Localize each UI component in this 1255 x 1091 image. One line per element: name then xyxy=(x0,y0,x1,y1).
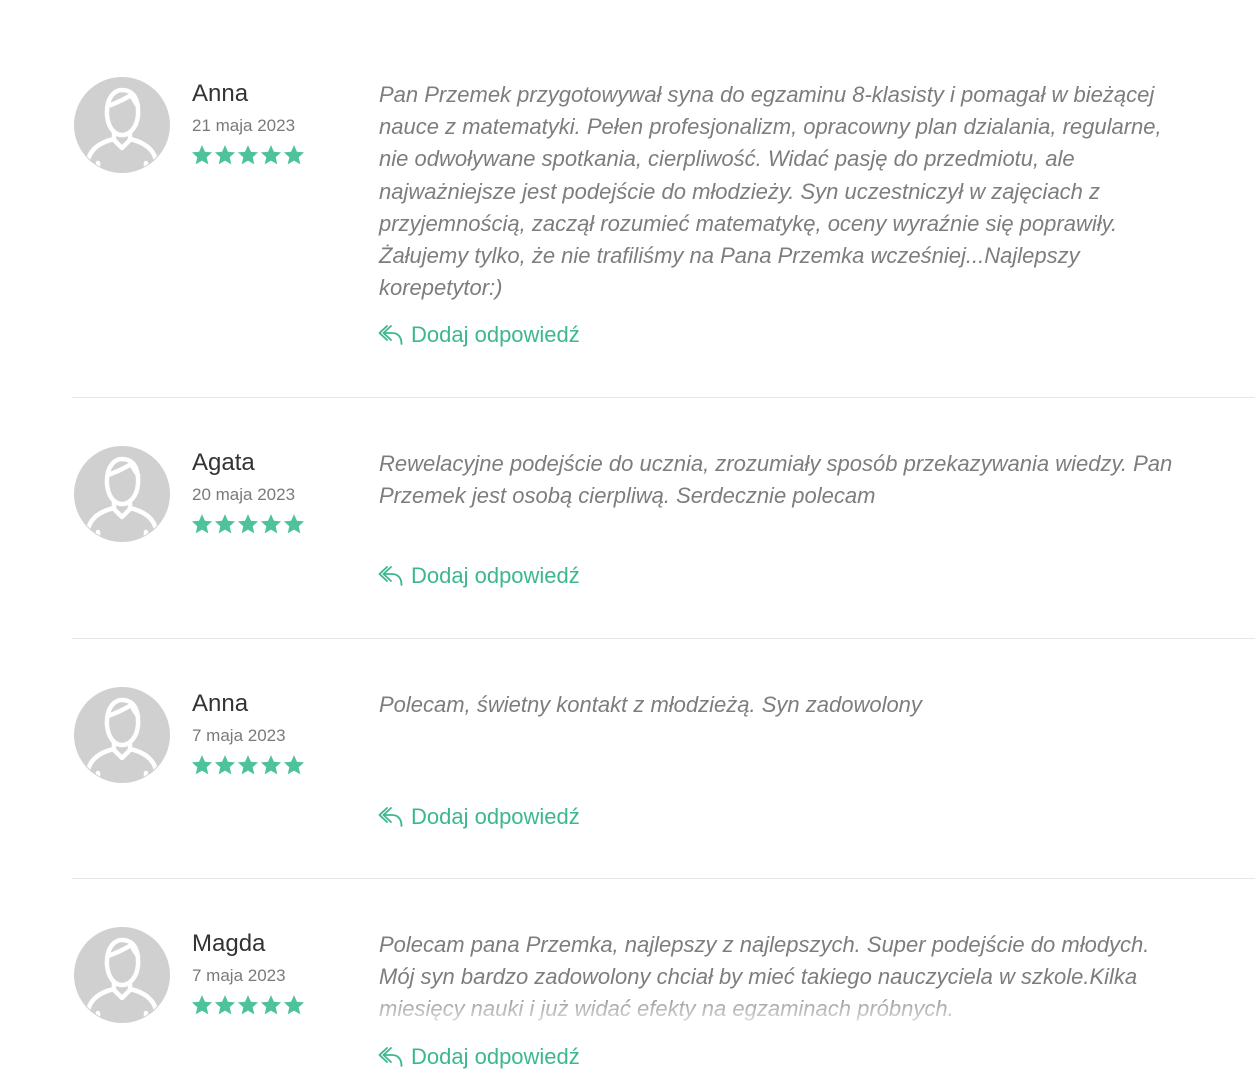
review-text: Pan Przemek przygotowywał syna do egzami… xyxy=(379,82,1162,301)
star-icon xyxy=(214,513,236,535)
review-date: 7 maja 2023 xyxy=(192,966,286,985)
star-rating xyxy=(191,513,305,535)
review-item: Anna 21 maja 2023 Pan Przemek przygotowy… xyxy=(72,75,1255,398)
reply-arrow-icon xyxy=(378,806,403,828)
star-icon xyxy=(191,994,213,1016)
star-icon xyxy=(237,513,259,535)
star-rating xyxy=(191,144,305,166)
user-avatar-icon xyxy=(72,75,172,175)
add-reply-label: Dodaj odpowiedź xyxy=(411,322,580,347)
star-icon xyxy=(237,144,259,166)
star-icon xyxy=(260,513,282,535)
star-icon xyxy=(214,994,236,1016)
review-text: Polecam pana Przemka, najlepszy z najlep… xyxy=(379,932,1150,1022)
star-icon xyxy=(237,994,259,1016)
star-icon xyxy=(191,144,213,166)
star-icon xyxy=(283,513,305,535)
reply-arrow-icon xyxy=(378,565,403,587)
add-reply-link[interactable]: Dodaj odpowiedź xyxy=(378,803,580,831)
star-rating xyxy=(191,754,305,776)
star-icon xyxy=(260,144,282,166)
user-avatar-icon xyxy=(72,444,172,544)
add-reply-link[interactable]: Dodaj odpowiedź xyxy=(378,562,580,590)
review-date: 20 maja 2023 xyxy=(192,485,296,504)
review-item: Anna 7 maja 2023 Polecam, świetny kontak… xyxy=(72,685,1255,879)
star-icon xyxy=(191,513,213,535)
add-reply-label: Dodaj odpowiedź xyxy=(411,804,580,829)
reviewer-name: Anna xyxy=(192,690,249,717)
review-date: 21 maja 2023 xyxy=(192,116,296,135)
review-text: Polecam, świetny kontakt z młodzieżą. Sy… xyxy=(379,692,922,717)
user-avatar-icon xyxy=(72,925,172,1025)
review-item: Agata 20 maja 2023 Rewelacyjne podejście… xyxy=(72,444,1255,639)
star-icon xyxy=(283,994,305,1016)
review-date: 7 maja 2023 xyxy=(192,726,286,745)
star-icon xyxy=(237,754,259,776)
star-icon xyxy=(214,144,236,166)
star-rating xyxy=(191,994,305,1016)
star-icon xyxy=(214,754,236,776)
reviewer-name: Magda xyxy=(192,930,266,957)
add-reply-label: Dodaj odpowiedź xyxy=(411,563,580,588)
star-icon xyxy=(283,754,305,776)
review-item: Magda 7 maja 2023 Polecam pana Przemka, … xyxy=(72,925,1255,1091)
reply-arrow-icon xyxy=(378,324,403,346)
star-icon xyxy=(191,754,213,776)
reply-arrow-icon xyxy=(378,1046,403,1068)
add-reply-link[interactable]: Dodaj odpowiedź xyxy=(378,1043,580,1071)
review-text: Rewelacyjne podejście do ucznia, zrozumi… xyxy=(379,451,1173,509)
add-reply-label: Dodaj odpowiedź xyxy=(411,1044,580,1069)
star-icon xyxy=(260,754,282,776)
user-avatar-icon xyxy=(72,685,172,785)
reviewer-name: Agata xyxy=(192,449,255,476)
reviewer-name: Anna xyxy=(192,80,249,107)
add-reply-link[interactable]: Dodaj odpowiedź xyxy=(378,321,580,349)
star-icon xyxy=(283,144,305,166)
star-icon xyxy=(260,994,282,1016)
